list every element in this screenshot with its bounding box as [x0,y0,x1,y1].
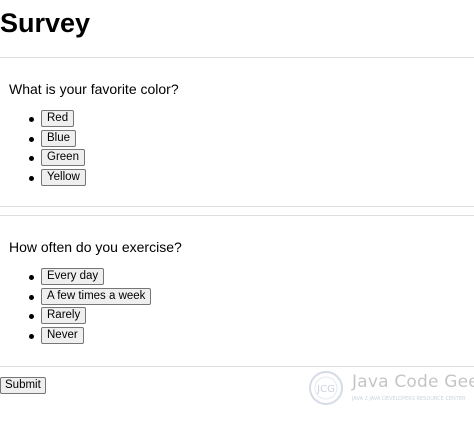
bullet-icon [29,117,34,122]
page-title: Survey [0,8,91,38]
option-button-green[interactable]: Green [41,149,85,166]
option-button-yellow[interactable]: Yellow [41,168,86,186]
watermark-logo: JCG Java Code Geeks JAVA 2 JAVA DEVELOPE… [308,368,474,412]
question-card-color: What is your favorite color? Red Blue Gr… [0,57,474,207]
question-text: How often do you exercise? [9,239,182,255]
bullet-icon [29,175,34,181]
bullet-icon [29,294,34,300]
question-text: What is your favorite color? [9,81,179,97]
option-button-rarely[interactable]: Rarely [41,307,87,324]
watermark-brand: Java Code Geeks [352,372,474,392]
question-card-exercise: How often do you exercise? Every day A f… [0,215,474,367]
bullet-icon [29,156,34,161]
option-button-every-day[interactable]: Every day [41,268,105,285]
survey-page: Survey What is your favorite color? Red … [0,0,474,421]
bullet-icon [29,275,34,280]
submit-button[interactable]: Submit [0,377,46,394]
bullet-icon [29,333,34,339]
option-button-red[interactable]: Red [41,110,75,127]
logo-text: JCG [316,384,335,395]
watermark-tagline: JAVA 2 JAVA DEVELOPERS RESOURCE CENTER [352,396,466,402]
option-button-never[interactable]: Never [41,326,84,344]
option-button-blue[interactable]: Blue [41,129,77,147]
jcg-logo-icon: JCG [309,371,343,405]
option-button-few-times-week[interactable]: A few times a week [41,287,152,305]
bullet-icon [29,136,34,142]
bullet-icon [29,314,34,319]
